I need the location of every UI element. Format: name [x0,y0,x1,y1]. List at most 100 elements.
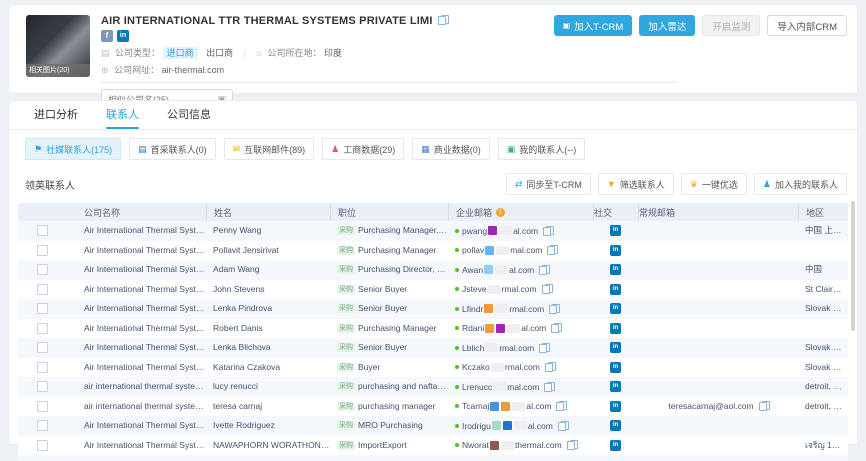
filter-chip[interactable]: ▣我的联系人(--) [498,138,586,160]
filter-chip[interactable]: ♟工商数据(29) [322,138,404,160]
table-row: Air International Thermal SystemsJohn St… [18,280,848,300]
row-checkbox[interactable] [37,381,48,392]
tab-company-info[interactable]: 公司信息 [167,101,211,129]
copy-icon[interactable] [549,304,558,314]
row-checkbox[interactable] [37,264,48,275]
table-action-button[interactable]: ♟加入我的联系人 [754,173,847,195]
table-action-button[interactable]: ▼筛选联系人 [598,173,674,195]
email-cell: Lblichrmal.com [448,338,593,358]
linkedin-icon[interactable]: in [610,284,621,295]
position-cell: 采购purchasing manager [330,397,448,417]
company-cell: Air International Thermal Systems [66,299,206,319]
header-company: 公司名称 [66,203,206,221]
masked-email-block [484,265,493,274]
copy-icon[interactable] [542,284,551,294]
name-cell: John Stevens [206,280,330,300]
row-checkbox[interactable] [37,323,48,334]
linkedin-icon[interactable]: in [610,264,621,275]
position-tag: 采购 [337,246,355,255]
importer-tag[interactable]: 进口商 [163,47,198,59]
social-cell: in [593,280,638,300]
add-radar-button[interactable]: 加入雷达 [639,15,695,36]
filter-chip[interactable]: ▤首采联系人(0) [129,138,216,160]
linkedin-icon[interactable]: in [610,245,621,256]
masked-email-block [485,324,494,333]
copy-icon[interactable] [544,382,553,392]
row-checkbox[interactable] [37,303,48,314]
row-checkbox[interactable] [37,440,48,451]
copy-icon[interactable] [558,421,567,431]
copy-icon[interactable] [556,401,565,411]
email-suffix: mal.com [510,245,542,255]
linkedin-icon[interactable]: in [610,362,621,373]
position-cell: 采购Purchasing Manager [330,241,448,261]
name-cell: teresa carnaj [206,397,330,417]
company-photo[interactable]: 相关图片(20) [26,15,90,77]
email-prefix: Lblich [462,343,484,353]
copy-icon[interactable] [539,265,548,275]
linkedin-icon[interactable]: in [117,30,129,42]
region-cell: St Clair Shores, Michigan, ... [798,280,848,300]
internet-mail-icon: ✉ [233,144,241,155]
company-type-row: ▤ 公司类型： 进口商 出口商 | ⌂ 公司所在地： 印度 [101,46,677,59]
tab-import-analysis[interactable]: 进口分析 [34,101,78,129]
linkedin-icon[interactable]: in [610,303,621,314]
add-person-icon: ♟ [763,179,771,190]
filter-chip[interactable]: ⚑社媒联系人(175) [25,138,121,160]
region-cell: เจริญ 162 ม. [798,436,848,456]
linkedin-icon[interactable]: in [610,420,621,431]
table-action-button[interactable]: ♛一键优选 [681,173,747,195]
row-checkbox[interactable] [37,362,48,373]
email-suffix: rmal.com [502,284,537,294]
start-monitoring-button[interactable]: 开启监测 [702,15,760,36]
email-prefix: pollav [462,245,484,255]
tab-contacts[interactable]: 联系人 [106,101,139,129]
row-checkbox[interactable] [37,245,48,256]
copy-icon[interactable] [759,401,768,411]
copy-icon[interactable] [543,226,552,236]
facebook-icon[interactable]: f [101,30,113,42]
linkedin-icon[interactable]: in [610,401,621,412]
linkedin-icon[interactable]: in [610,440,621,451]
copy-icon[interactable] [547,245,556,255]
row-checkbox-cell [18,338,66,358]
company-cell: Air International Thermal Systems [66,338,206,358]
email-prefix: Irodrigu [462,421,491,431]
import-crm-button[interactable]: 导入内部CRM [767,15,847,36]
copy-icon[interactable] [545,362,554,372]
linkedin-icon[interactable]: in [610,342,621,353]
row-checkbox[interactable] [37,342,48,353]
email-status-dot [455,443,459,447]
copy-icon[interactable] [567,440,576,450]
vertical-scrollbar[interactable] [851,201,855,331]
row-checkbox[interactable] [37,401,48,412]
table-action-button[interactable]: ⇄同步至T-CRM [506,173,591,195]
linkedin-icon[interactable]: in [610,381,621,392]
social-cell: in [593,221,638,241]
regular-email-cell [638,221,798,241]
row-checkbox[interactable] [37,420,48,431]
email-suffix: mal.com [507,382,539,392]
masked-email-block [501,441,514,450]
row-checkbox[interactable] [37,284,48,295]
filter-chip[interactable]: ✉互联网邮件(89) [224,138,315,160]
copy-icon[interactable] [438,15,447,25]
linkedin-icon[interactable]: in [610,323,621,334]
name-cell: NAWAPHORN WORATHONGCHAI [206,436,330,456]
email-prefix: Awan [462,265,483,275]
email-status-dot [455,307,459,311]
filter-chip[interactable]: ▦商业数据(0) [412,138,490,160]
add-tcrm-label: 加入T-CRM [574,19,623,33]
copy-icon[interactable] [551,323,560,333]
website-value[interactable]: air-thermal.com [162,65,225,75]
linkedin-icon[interactable]: in [610,225,621,236]
filter-chip-label: 首采联系人(0) [151,143,207,156]
contact-filter-row: ⚑社媒联系人(175) ▤首采联系人(0) ✉互联网邮件(89) ♟工商数据(29) ▦… [9,130,857,167]
position-cell: 采购Buyer [330,358,448,378]
add-tcrm-button[interactable]: ▣ 加入T-CRM [554,15,633,36]
exporter-tag[interactable]: 出口商 [206,48,233,58]
main-card: 进口分析 联系人 公司信息 ⚑社媒联系人(175) ▤首采联系人(0) ✉互联网邮件… [8,100,858,445]
row-checkbox[interactable] [37,225,48,236]
copy-icon[interactable] [539,343,548,353]
region-cell: 中国 上海市 [798,221,848,241]
